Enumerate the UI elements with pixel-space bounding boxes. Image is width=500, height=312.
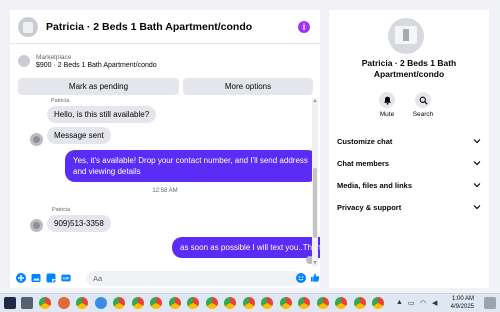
message-timestamp: 12:58 AM [152,188,178,194]
chevron-down-icon [473,183,481,188]
chrome-icon[interactable] [76,297,88,309]
search-label: Search [412,111,434,118]
scroll-down-arrow-icon[interactable]: ▼ [312,260,318,266]
mute-action[interactable]: Mute [367,92,407,118]
start-icon[interactable] [4,297,16,309]
sticker-icon[interactable] [46,273,56,283]
svg-text:GIF: GIF [63,277,70,281]
message-bubble: 909)513-3358 [47,215,111,232]
chrome-icon[interactable] [372,297,384,309]
marketplace-listing[interactable]: Marketplace $900 · 2 Beds 1 Bath Apartme… [10,46,320,76]
chrome-icon[interactable] [132,297,144,309]
volume-icon[interactable]: ◀ [432,299,437,307]
chevron-down-icon [473,205,481,210]
chrome-icon[interactable] [113,297,125,309]
menu-media-files-links[interactable]: Media, files and links [329,175,489,195]
message-bubble: Hello, is this still available? [47,106,157,123]
message-bubble: Message sent [47,127,111,144]
message-input[interactable] [86,271,301,286]
message-bubble-outgoing: Yes, it's available! Drop your contact n… [65,150,318,182]
menu-label: Chat members [337,158,390,168]
chrome-icon[interactable] [317,297,329,309]
chrome-icon[interactable] [261,297,273,309]
message-composer: GIF [10,268,320,288]
menu-privacy-support[interactable]: Privacy & support [329,197,489,217]
bell-icon[interactable] [379,92,395,108]
plus-circle-icon[interactable] [16,273,26,283]
menu-label: Privacy & support [337,202,402,212]
contact-avatar[interactable] [30,219,43,232]
more-options-button[interactable]: More options [183,78,313,95]
search-action[interactable]: Search [403,92,443,118]
conversation-info-panel: Patricia · 2 Beds 1 Bath Apartment/condo… [329,10,489,288]
clock-date: 4/9/2025 [450,304,474,310]
chrome-icon[interactable] [224,297,236,309]
info-icon[interactable]: i [298,21,310,33]
scroll-thumb[interactable] [313,168,317,238]
notification-icon[interactable] [484,297,496,309]
gif-icon[interactable]: GIF [61,273,71,283]
thumbs-up-icon[interactable] [310,272,320,282]
message-bubble-outgoing: as soon as possible I will text you..Tha… [172,237,320,258]
message-thread: Patricia Hello, is this still available?… [10,98,320,266]
menu-label: Media, files and links [337,180,413,190]
app-icon[interactable] [58,297,70,309]
windows-taskbar: ▲ ▭ ◠ ◀ 1:00 AM 4/9/2025 [0,293,500,312]
chrome-icon[interactable] [187,297,199,309]
menu-chat-members[interactable]: Chat members [329,153,489,173]
app-icon[interactable] [95,297,107,309]
info-title: Patricia · 2 Beds 1 Bath Apartment/condo [361,58,457,79]
menu-label: Customize chat [337,136,393,146]
task-view-icon[interactable] [21,297,33,309]
contact-avatar[interactable] [30,133,43,146]
network-icon[interactable]: ▭ [408,299,415,307]
sender-name: Patricia [52,207,71,213]
chrome-icon[interactable] [243,297,255,309]
mark-as-pending-button[interactable]: Mark as pending [18,78,179,95]
listing-thumbnail [18,55,30,67]
chrome-icon[interactable] [298,297,310,309]
thread-scrollbar[interactable]: ▲ ▼ [312,98,318,266]
image-icon[interactable] [31,273,41,283]
chat-panel: Patricia · 2 Beds 1 Bath Apartment/condo… [10,10,320,288]
chrome-icon[interactable] [354,297,366,309]
chrome-icon[interactable] [335,297,347,309]
menu-customize-chat[interactable]: Customize chat [329,131,489,151]
chrome-icon[interactable] [280,297,292,309]
chat-header: Patricia · 2 Beds 1 Bath Apartment/condo… [10,10,320,44]
chrome-icon[interactable] [169,297,181,309]
scroll-up-arrow-icon[interactable]: ▲ [312,98,318,104]
wifi-icon[interactable]: ◠ [420,299,426,307]
chat-title[interactable]: Patricia · 2 Beds 1 Bath Apartment/condo [46,21,252,33]
chrome-icon[interactable] [39,297,51,309]
chrome-icon[interactable] [150,297,162,309]
listing-avatar[interactable] [18,16,38,37]
system-clock[interactable]: 1:00 AM 4/9/2025 [451,295,474,311]
emoji-icon[interactable] [296,273,306,283]
marketplace-label: Marketplace [36,53,72,61]
tray-chevron-up-icon[interactable]: ▲ [396,299,403,306]
chevron-down-icon [473,139,481,144]
chevron-down-icon [473,161,481,166]
search-icon[interactable] [415,92,431,108]
sender-name: Patricia [51,98,70,104]
listing-avatar-large [388,18,424,54]
clock-time: 1:00 AM [451,296,474,302]
mute-label: Mute [379,111,395,118]
chrome-icon[interactable] [206,297,218,309]
listing-description: $900 · 2 Beds 1 Bath Apartment/condo [36,61,157,69]
